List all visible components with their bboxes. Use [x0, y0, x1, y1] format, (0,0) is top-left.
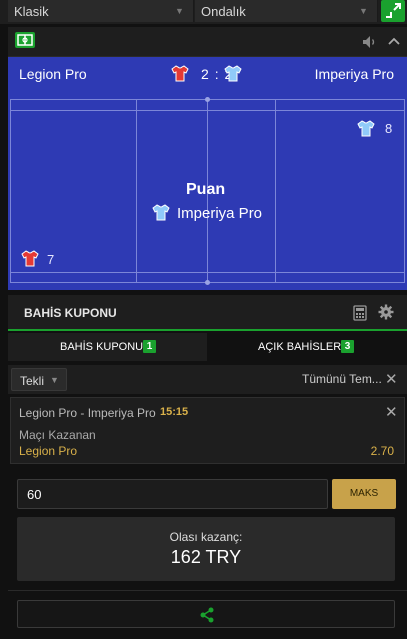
away-shirt-icon [152, 204, 170, 221]
share-icon [199, 607, 215, 623]
home-score: 2 [201, 66, 210, 82]
home-team-name: Legion Pro [19, 66, 87, 82]
home-shirt-icon [171, 65, 189, 82]
pitch-line [275, 100, 276, 282]
odds-format-value: Ondalık [201, 4, 246, 19]
event-title: Puan [186, 181, 226, 198]
bet-type-select[interactable]: Tekli ▼ [11, 368, 67, 391]
potential-win-amount: 162 TRY [170, 547, 242, 567]
tab-count-badge: 3 [341, 340, 354, 353]
odds-type-value: Klasik [14, 4, 49, 19]
pitch-line [136, 100, 137, 282]
pitch-line [11, 272, 404, 273]
selection-odds: 2.70 [370, 444, 394, 458]
event-team: Imperiya Pro [177, 205, 263, 222]
chevron-up-icon[interactable] [385, 33, 403, 51]
chevron-down-icon: ▼ [175, 6, 184, 16]
chevron-down-icon: ▼ [50, 375, 59, 385]
odds-format-select[interactable]: Ondalık ▼ [195, 0, 378, 22]
clear-all-link[interactable]: Tümünü Tem... [302, 372, 382, 386]
potential-win: Olası kazanç: 162 TRY [17, 517, 395, 581]
tab-bet-slip[interactable]: BAHİS KUPONU 1 [8, 333, 207, 361]
pitch-dot [205, 97, 210, 102]
bet-slip-title: BAHİS KUPONU [24, 306, 117, 320]
stake-area: MAKS [8, 471, 407, 513]
odds-type-select[interactable]: Klasik ▼ [8, 0, 194, 22]
match-tracker: Legion Pro 2 : 2 Imperiya Pro 8 Puan Imp… [8, 57, 407, 290]
selection-pick: Legion Pro [19, 444, 78, 458]
away-team-name: Imperiya Pro [314, 66, 394, 82]
away-shirt-icon [224, 65, 242, 82]
score-separator: : [214, 66, 220, 82]
pitch-dot [205, 280, 210, 285]
max-stake-button[interactable]: MAKS [332, 479, 396, 509]
calculator-icon[interactable] [353, 305, 367, 321]
selection-match: Legion Pro - Imperiya Pro [19, 406, 156, 420]
tab-label: AÇIK BAHİSLER [258, 341, 342, 353]
gear-icon[interactable] [378, 304, 394, 320]
close-icon[interactable]: ✕ [385, 372, 398, 387]
home-shirt-icon [21, 250, 39, 267]
tab-open-bets[interactable]: AÇIK BAHİSLER 3 [207, 333, 407, 361]
away-shirt-icon [357, 120, 375, 137]
field-icon[interactable] [15, 32, 35, 48]
pitch: 8 Puan Imperiya Pro 7 [10, 97, 405, 285]
top-bar: Klasik ▼ Ondalık ▼ [0, 0, 407, 24]
home-count: 7 [47, 252, 55, 267]
chevron-down-icon: ▼ [359, 6, 368, 16]
tab-count-badge: 1 [143, 340, 156, 353]
live-tracker-header [8, 27, 407, 57]
bet-slip-header: BAHİS KUPONU [8, 295, 407, 331]
away-count: 8 [385, 121, 393, 136]
pitch-line [11, 110, 404, 111]
expand-icon [386, 3, 401, 18]
selection-market: Maçı Kazanan [19, 428, 96, 442]
bet-selection: Legion Pro - Imperiya Pro 15:15 ✕ Maçı K… [10, 397, 405, 464]
sound-icon[interactable] [360, 33, 378, 51]
expand-button[interactable] [381, 0, 405, 22]
stake-input[interactable] [17, 479, 328, 509]
bet-type-row: Tekli ▼ Tümünü Tem... ✕ [8, 365, 407, 394]
share-button[interactable] [17, 600, 395, 628]
share-area [8, 590, 407, 632]
bet-type-value: Tekli [20, 374, 45, 388]
tab-label: BAHİS KUPONU [60, 341, 144, 353]
selection-time: 15:15 [160, 406, 189, 418]
remove-selection-icon[interactable]: ✕ [385, 405, 398, 420]
potential-win-label: Olası kazanç: [169, 530, 243, 544]
